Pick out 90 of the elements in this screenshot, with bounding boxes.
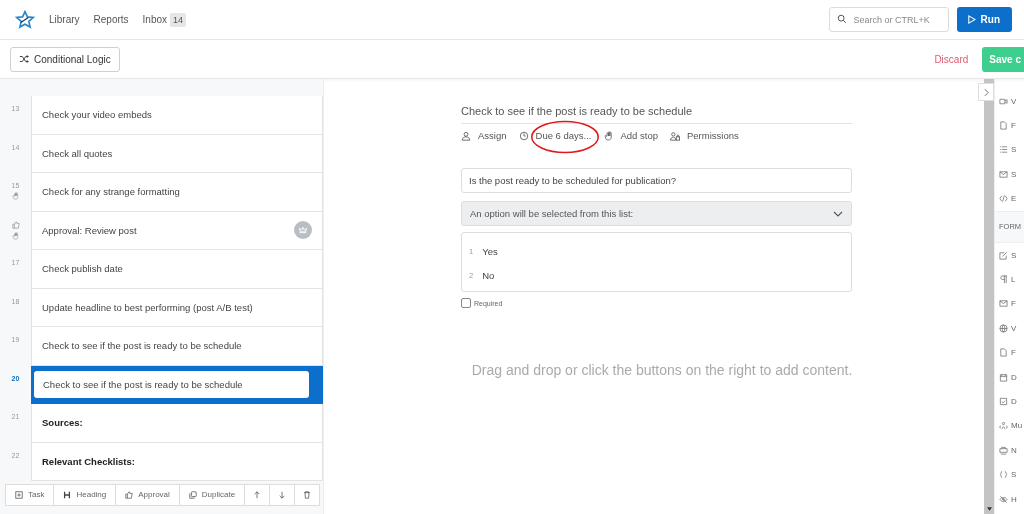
content-block-item[interactable]: H	[995, 486, 1024, 512]
due-date-button[interactable]: Due 6 days...	[518, 130, 592, 141]
duplicate-button[interactable]: Duplicate	[178, 483, 246, 506]
checkbox-icon	[999, 397, 1008, 406]
nav-link[interactable]: Reports	[93, 14, 129, 25]
caret-down-icon[interactable]	[986, 507, 992, 511]
star-logo-icon[interactable]	[15, 9, 35, 30]
checklist-step[interactable]: Check to see if the post is ready to be schedule	[31, 365, 323, 404]
heading-button[interactable]: Heading	[53, 483, 117, 506]
checklist-step[interactable]: Check to see if the post is ready to be schedule	[31, 327, 323, 366]
content-block-item[interactable]: D	[995, 389, 1024, 414]
chevron-down-icon	[833, 210, 843, 217]
envelope-icon	[999, 169, 1008, 179]
content-block-item[interactable]: L	[995, 267, 1024, 292]
collapse-panel-button[interactable]	[978, 83, 994, 101]
arrow-down-icon	[278, 490, 287, 499]
code-icon	[999, 194, 1008, 204]
nav-link[interactable]: Library	[49, 14, 80, 25]
envelope-icon	[999, 299, 1008, 309]
delete-button[interactable]	[294, 483, 321, 506]
content-block-item[interactable]: S	[995, 242, 1024, 268]
document-icon	[999, 348, 1008, 358]
plus-square-icon	[15, 490, 23, 499]
run-button[interactable]: Run	[956, 7, 1012, 32]
person-lock-icon	[670, 130, 680, 141]
content-block-item[interactable]: S	[995, 162, 1024, 187]
copy-icon	[188, 490, 197, 499]
content-block-item[interactable]: E	[995, 186, 1024, 211]
content-block-item[interactable]: D	[995, 364, 1024, 390]
move-up-button[interactable]	[244, 483, 271, 506]
hidden-eye-icon	[999, 494, 1008, 504]
checklist-step[interactable]: Check for any strange formatting	[31, 173, 323, 212]
shuffle-icon	[19, 54, 29, 64]
content-block-item[interactable]: S	[995, 137, 1024, 163]
checklist-step[interactable]: Update headline to best performing (post A/B test)	[31, 288, 323, 327]
braces-icon	[999, 470, 1008, 480]
list-icon	[999, 145, 1008, 155]
permissions-button[interactable]: Permissions	[670, 130, 739, 141]
count-badge: 14	[170, 12, 187, 27]
avatar-icon	[294, 221, 312, 240]
add-stop-button[interactable]: Add stop	[603, 130, 658, 141]
trash-icon	[303, 490, 312, 499]
calendar-icon	[999, 372, 1008, 382]
checklist-step[interactable]: Relevant Checklists:	[31, 442, 323, 481]
arrow-up-icon	[253, 490, 262, 499]
video-camera-icon	[999, 96, 1008, 106]
document-icon	[999, 121, 1008, 131]
content-block-item[interactable]: F	[995, 340, 1024, 365]
play-icon	[966, 15, 976, 24]
clock-icon	[518, 130, 529, 141]
paragraph-icon	[999, 275, 1008, 285]
scrollbar[interactable]	[984, 79, 994, 514]
checklist-step[interactable]: Check all quotes	[31, 134, 323, 173]
nav-link[interactable]: Inbox	[142, 14, 168, 25]
hand-icon	[603, 130, 614, 141]
person-icon	[461, 130, 471, 141]
content-block-item[interactable]: V	[995, 89, 1024, 114]
task-title[interactable]: Check to see if the post is ready to be schedule	[461, 105, 852, 124]
content-block-item[interactable]: V	[995, 316, 1024, 341]
option-label[interactable]: Yes	[482, 245, 498, 257]
checklist-step[interactable]: Check your video embeds	[31, 96, 323, 135]
edit-icon	[999, 250, 1008, 260]
assign-button[interactable]: Assign	[461, 130, 507, 141]
required-checkbox[interactable]	[461, 298, 471, 308]
checklist-step[interactable]: Check publish date	[31, 250, 323, 289]
thumbs-up-icon	[11, 220, 20, 229]
question-field[interactable]: Is the post ready to be scheduled for publication?	[461, 168, 852, 193]
task-button[interactable]: Task	[5, 483, 55, 506]
content-block-item[interactable]: F	[995, 291, 1024, 317]
people-icon	[999, 421, 1008, 431]
checklist-step[interactable]: Approval: Review post	[31, 211, 323, 250]
search-icon	[836, 14, 847, 24]
heading-icon	[63, 490, 72, 499]
content-block-item[interactable]: N	[995, 438, 1024, 463]
discard-button[interactable]: Discard	[928, 52, 975, 66]
options-dropdown[interactable]: An option will be selected from this list:	[461, 201, 852, 226]
group-icon	[999, 445, 1008, 455]
checklist-step[interactable]: Sources:	[31, 404, 323, 443]
search-field[interactable]: Search or CTRL+K	[828, 7, 949, 32]
content-block-item[interactable]: S	[995, 462, 1024, 487]
conditional-logic-button[interactable]: Conditional Logic	[10, 46, 120, 72]
globe-icon	[999, 323, 1008, 333]
thumbs-up-icon	[125, 490, 134, 499]
move-down-button[interactable]	[269, 483, 296, 506]
empty-content-hint: Drag and drop or click the buttons on the right to add content.	[471, 362, 853, 378]
approval-button[interactable]: Approval	[115, 483, 180, 506]
content-block-item[interactable]: Mu	[995, 413, 1024, 439]
option-label[interactable]: No	[482, 269, 495, 281]
chevron-right-icon	[983, 87, 989, 97]
content-block-item[interactable]: F	[995, 113, 1024, 138]
